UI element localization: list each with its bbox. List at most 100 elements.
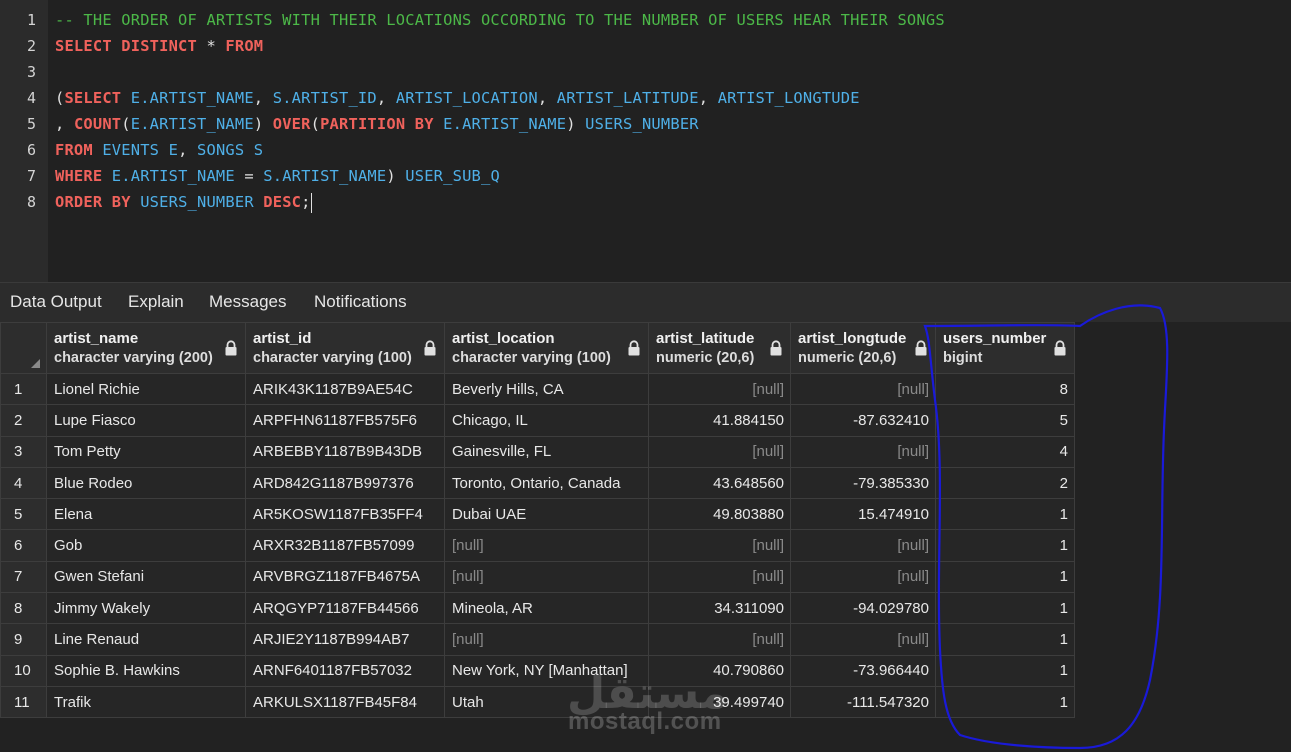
column-header-artist-longtude[interactable]: artist_longtude numeric (20,6) <box>790 322 936 374</box>
table-cell[interactable]: 41.884150 <box>648 404 791 437</box>
row-number[interactable]: 2 <box>0 404 47 437</box>
table-cell[interactable]: Chicago, IL <box>444 404 649 437</box>
table-cell[interactable]: Gainesville, FL <box>444 435 649 468</box>
table-cell[interactable]: ARNF6401187FB57032 <box>245 654 445 687</box>
table-cell[interactable]: Beverly Hills, CA <box>444 372 649 406</box>
table-row[interactable]: 1 Lionel Richie ARIK43K1187B9AE54C Beverly … <box>0 372 1075 406</box>
table-cell[interactable]: [null] <box>648 372 791 406</box>
table-cell[interactable]: ARJIE2Y1187B994AB7 <box>245 623 445 656</box>
table-cell[interactable]: Blue Rodeo <box>46 466 246 500</box>
table-cell[interactable]: 1 <box>935 654 1075 687</box>
column-header-users-number[interactable]: users_number bigint <box>935 322 1075 374</box>
table-cell[interactable]: [null] <box>790 529 936 562</box>
tab-messages[interactable]: Messages <box>209 283 286 322</box>
row-number[interactable]: 6 <box>0 529 47 562</box>
table-row[interactable]: 3 Tom Petty ARBEBBY1187B9B43DB Gainesville,… <box>0 435 1075 468</box>
table-cell[interactable]: [null] <box>790 435 936 468</box>
table-cell[interactable]: 4 <box>935 435 1075 468</box>
table-row[interactable]: 10 Sophie B. Hawkins ARNF6401187FB57032 New… <box>0 654 1075 687</box>
row-number[interactable]: 9 <box>0 623 47 656</box>
table-cell[interactable]: [null] <box>648 623 791 656</box>
table-cell[interactable]: Elena <box>46 498 246 531</box>
table-cell[interactable]: 2 <box>935 466 1075 500</box>
tab-notifications[interactable]: Notifications <box>314 283 407 322</box>
tab-data-output[interactable]: Data Output <box>10 283 102 325</box>
table-cell[interactable]: ARKULSX1187FB45F84 <box>245 685 445 719</box>
table-cell[interactable]: Tom Petty <box>46 435 246 468</box>
table-row[interactable]: 11 Trafik ARKULSX1187FB45F84 Utah 39.499740-… <box>0 685 1075 719</box>
table-cell[interactable]: ARQGYP71187FB44566 <box>245 592 445 625</box>
column-header-artist-location[interactable]: artist_location character varying (100) <box>444 322 649 374</box>
table-cell[interactable]: -87.632410 <box>790 404 936 437</box>
row-number[interactable]: 1 <box>0 372 47 406</box>
table-row[interactable]: 6 Gob ARXR32B1187FB57099 [null] [null] [null]… <box>0 529 1075 562</box>
table-row[interactable]: 5 Elena AR5KOSW1187FB35FF4 Dubai UAE 49.8038… <box>0 498 1075 531</box>
row-number[interactable]: 4 <box>0 466 47 500</box>
table-cell[interactable]: 15.474910 <box>790 498 936 531</box>
table-cell[interactable]: ARIK43K1187B9AE54C <box>245 372 445 406</box>
row-number[interactable]: 5 <box>0 498 47 531</box>
code-line[interactable]: 1 -- THE ORDER OF ARTISTS WITH THEIR LOCA… <box>0 7 1291 33</box>
code-line[interactable]: 8 ORDER BY USERS_NUMBER DESC; <box>0 189 1291 215</box>
table-cell[interactable]: [null] <box>648 560 791 594</box>
table-cell[interactable]: Trafik <box>46 685 246 719</box>
table-row[interactable]: 4 Blue Rodeo ARD842G1187B997376 Toronto, On… <box>0 466 1075 500</box>
table-cell[interactable]: Lupe Fiasco <box>46 404 246 437</box>
table-cell[interactable]: [null] <box>790 623 936 656</box>
table-cell[interactable]: [null] <box>790 560 936 594</box>
table-cell[interactable]: ARVBRGZ1187FB4675A <box>245 560 445 594</box>
table-row[interactable]: 9 Line Renaud ARJIE2Y1187B994AB7 [null] [nul… <box>0 623 1075 656</box>
select-all-corner[interactable] <box>0 322 47 374</box>
table-cell[interactable]: 5 <box>935 404 1075 437</box>
table-cell[interactable]: [null] <box>648 435 791 468</box>
table-cell[interactable]: ARPFHN61187FB575F6 <box>245 404 445 437</box>
table-cell[interactable]: 1 <box>935 592 1075 625</box>
code-line[interactable]: 2 SELECT DISTINCT * FROM <box>0 33 1291 59</box>
table-cell[interactable]: Lionel Richie <box>46 372 246 406</box>
sql-editor[interactable]: 1 -- THE ORDER OF ARTISTS WITH THEIR LOCA… <box>0 0 1291 282</box>
row-number[interactable]: 11 <box>0 685 47 719</box>
table-cell[interactable]: -94.029780 <box>790 592 936 625</box>
tab-explain[interactable]: Explain <box>128 283 184 322</box>
table-cell[interactable]: 49.803880 <box>648 498 791 531</box>
table-cell[interactable]: 1 <box>935 529 1075 562</box>
row-number[interactable]: 8 <box>0 592 47 625</box>
table-cell[interactable]: Jimmy Wakely <box>46 592 246 625</box>
table-cell[interactable]: -73.966440 <box>790 654 936 687</box>
table-cell[interactable]: [null] <box>790 372 936 406</box>
table-cell[interactable]: Sophie B. Hawkins <box>46 654 246 687</box>
table-cell[interactable]: [null] <box>444 560 649 594</box>
table-row[interactable]: 8 Jimmy Wakely ARQGYP71187FB44566 Mineola, … <box>0 592 1075 625</box>
table-cell[interactable]: ARD842G1187B997376 <box>245 466 445 500</box>
column-header-artist-latitude[interactable]: artist_latitude numeric (20,6) <box>648 322 791 374</box>
table-cell[interactable]: Mineola, AR <box>444 592 649 625</box>
table-cell[interactable]: -79.385330 <box>790 466 936 500</box>
table-cell[interactable]: 1 <box>935 498 1075 531</box>
row-number[interactable]: 10 <box>0 654 47 687</box>
row-number[interactable]: 7 <box>0 560 47 594</box>
column-header-artist-id[interactable]: artist_id character varying (100) <box>245 322 445 374</box>
table-cell[interactable]: 1 <box>935 685 1075 719</box>
code-line[interactable]: 4 (SELECT E.ARTIST_NAME, S.ARTIST_ID, ART… <box>0 85 1291 111</box>
table-cell[interactable]: Gwen Stefani <box>46 560 246 594</box>
table-cell[interactable]: 43.648560 <box>648 466 791 500</box>
code-line[interactable]: 6 FROM EVENTS E, SONGS S <box>0 137 1291 163</box>
code-line[interactable]: 7 WHERE E.ARTIST_NAME = S.ARTIST_NAME) US… <box>0 163 1291 189</box>
table-cell[interactable]: AR5KOSW1187FB35FF4 <box>245 498 445 531</box>
table-cell[interactable]: Dubai UAE <box>444 498 649 531</box>
table-cell[interactable]: [null] <box>648 529 791 562</box>
table-cell[interactable]: -111.547320 <box>790 685 936 719</box>
table-cell[interactable]: [null] <box>444 623 649 656</box>
table-cell[interactable]: [null] <box>444 529 649 562</box>
table-cell[interactable]: ARXR32B1187FB57099 <box>245 529 445 562</box>
table-row[interactable]: 7 Gwen Stefani ARVBRGZ1187FB4675A [null] [nu… <box>0 560 1075 594</box>
table-cell[interactable]: 34.311090 <box>648 592 791 625</box>
table-cell[interactable]: ARBEBBY1187B9B43DB <box>245 435 445 468</box>
table-cell[interactable]: Gob <box>46 529 246 562</box>
table-cell[interactable]: 1 <box>935 560 1075 594</box>
row-number[interactable]: 3 <box>0 435 47 468</box>
code-line[interactable]: 3 <box>0 59 1291 85</box>
table-cell[interactable]: 1 <box>935 623 1075 656</box>
column-header-artist-name[interactable]: artist_name character varying (200) <box>46 322 246 374</box>
table-row[interactable]: 2 Lupe Fiasco ARPFHN61187FB575F6 Chicago, I… <box>0 404 1075 437</box>
